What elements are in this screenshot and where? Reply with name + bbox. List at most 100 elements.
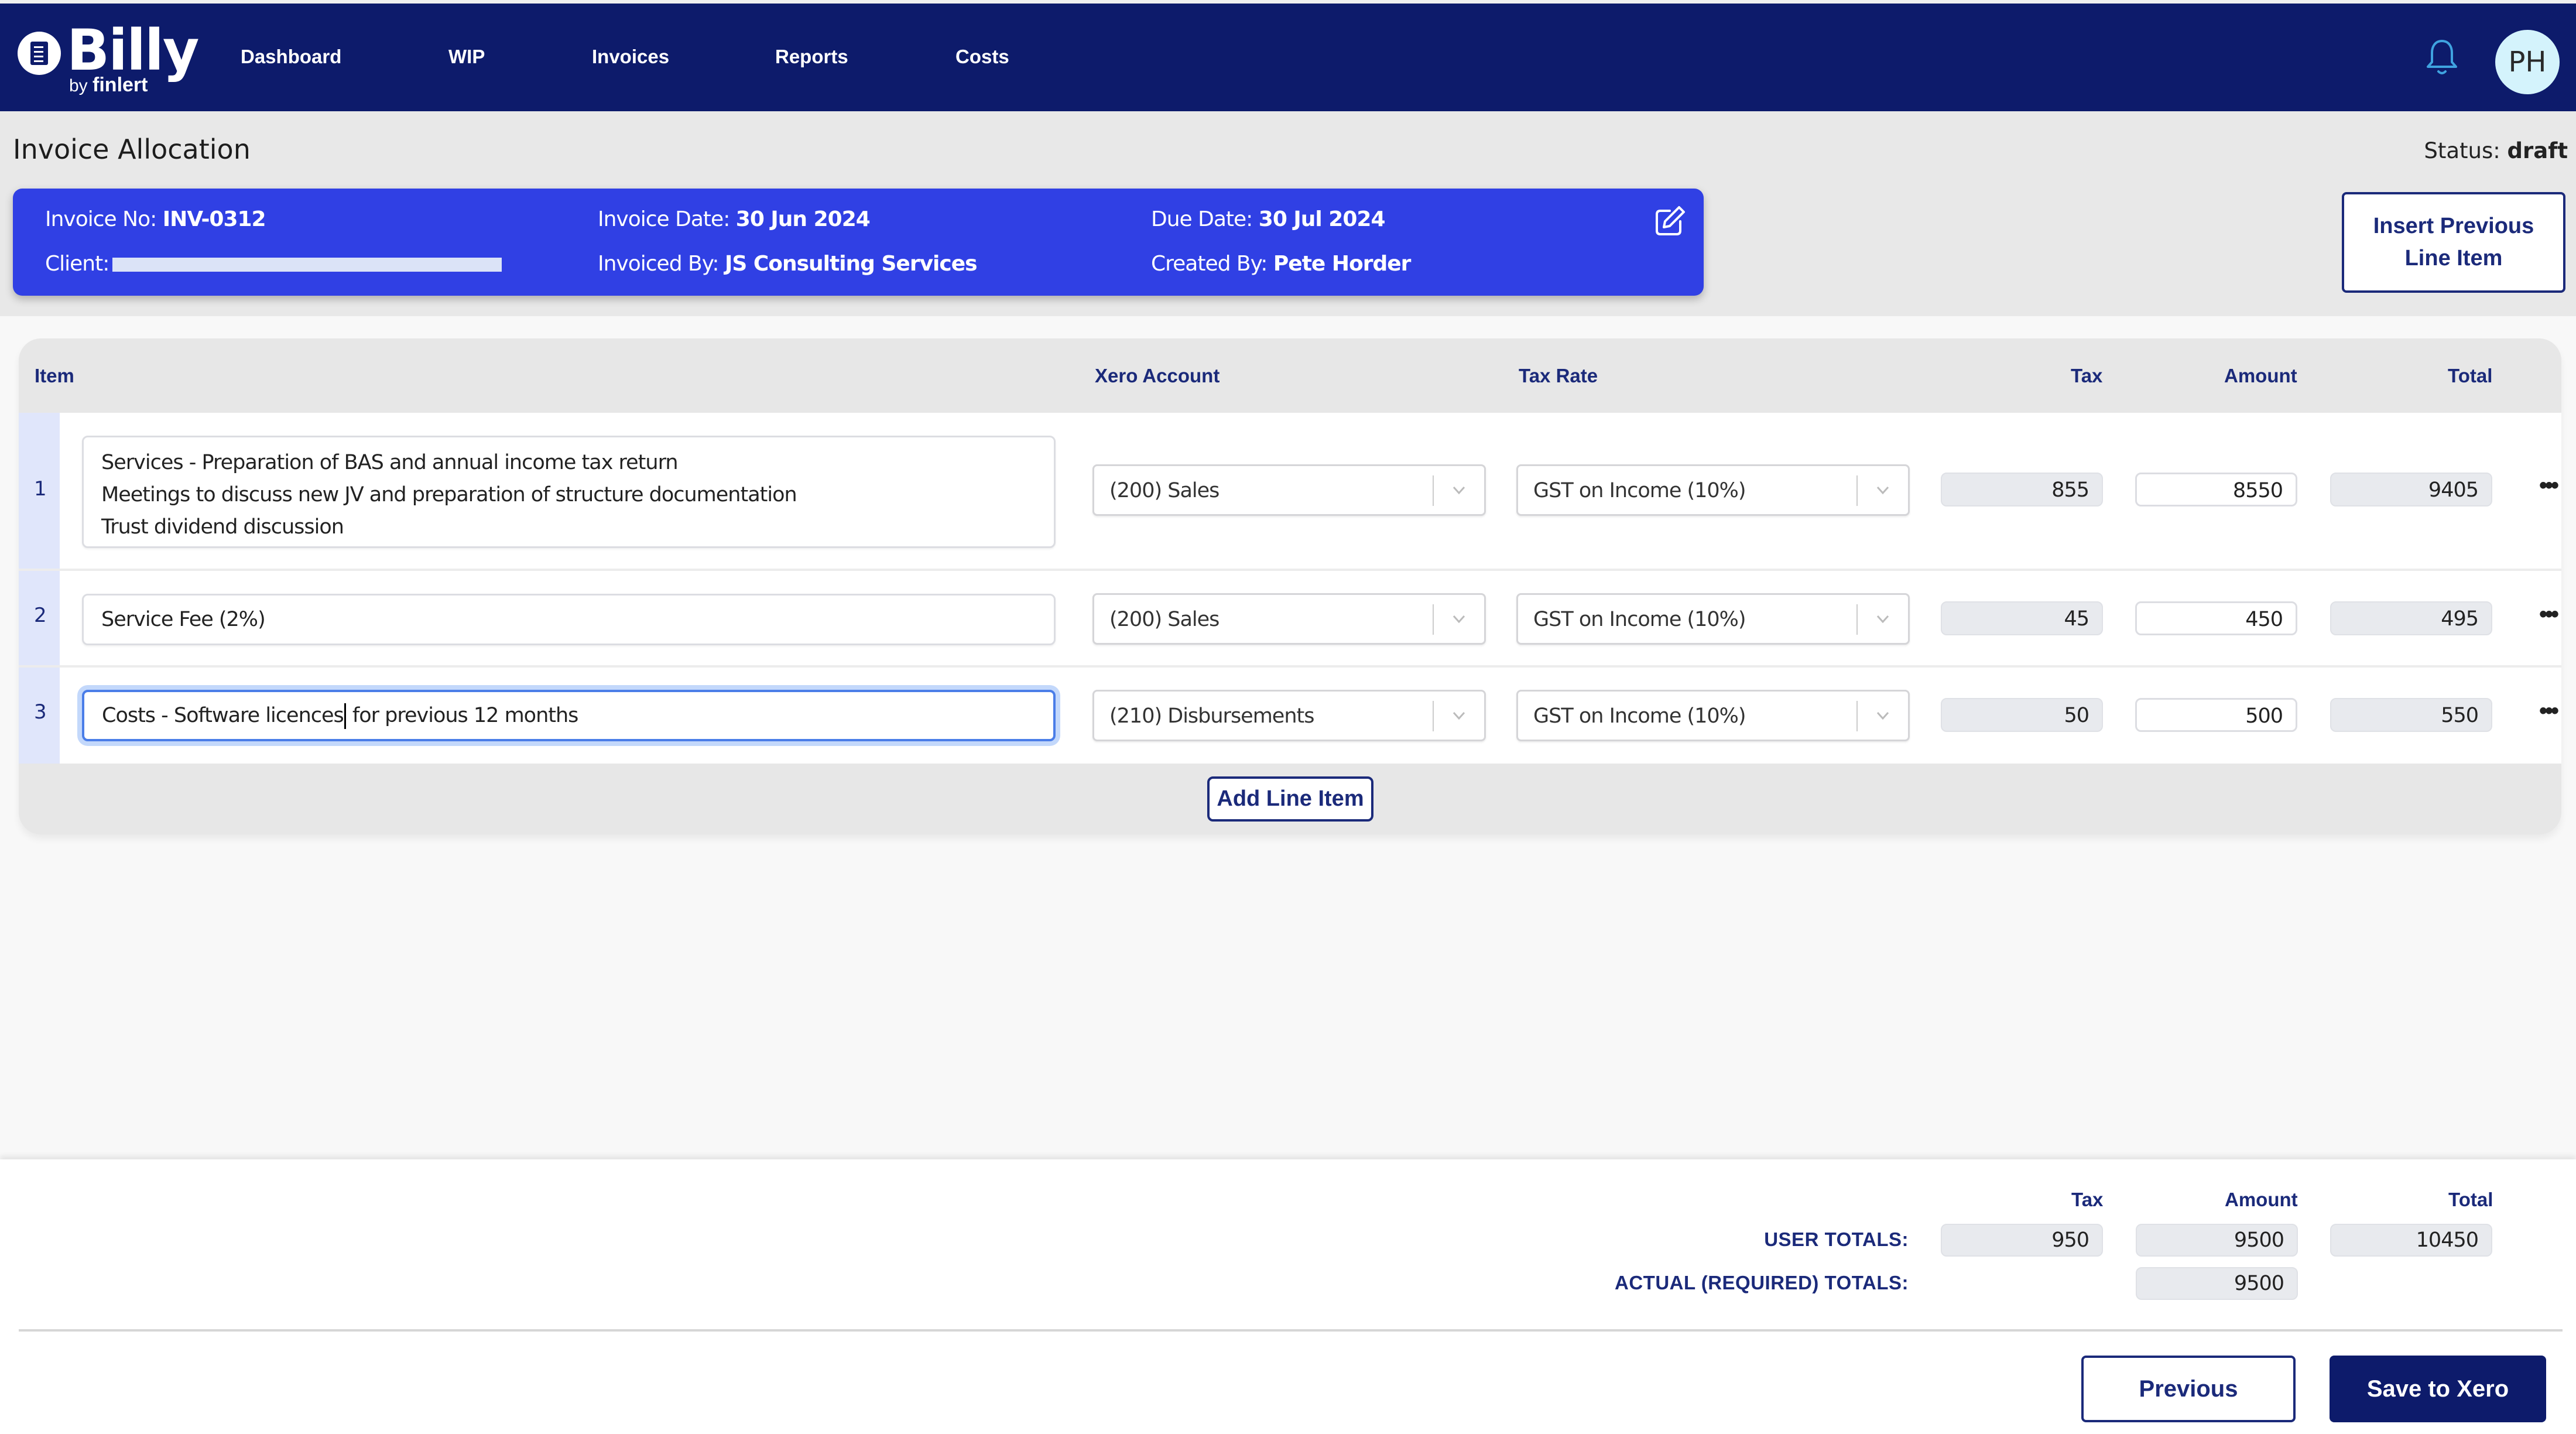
column-header-tax: Tax xyxy=(2071,365,2103,386)
description-line: Services - Preparation of BAS and annual… xyxy=(101,451,679,474)
nav-costs[interactable]: Costs xyxy=(955,46,1009,68)
insert-previous-line-item-button[interactable]: Insert Previous Line Item xyxy=(2342,192,2565,293)
select-separator xyxy=(1433,701,1434,731)
invoiced-by-label: Invoiced By: xyxy=(598,252,720,276)
invoice-date-label: Invoice Date: xyxy=(598,207,730,231)
total-value: 550 xyxy=(2330,698,2492,732)
billy-logo[interactable]: Billy by finlert xyxy=(18,18,199,97)
client-label: Client: xyxy=(45,252,109,276)
tax-rate-value: GST on Income (10%) xyxy=(1533,704,1746,728)
item-description-input[interactable]: Service Fee (2%) xyxy=(82,594,1056,645)
column-header-item: Item xyxy=(35,365,74,386)
xero-account-select[interactable]: (200) Sales xyxy=(1092,593,1486,645)
table-row: 1 Services - Preparation of BAS and annu… xyxy=(19,413,2561,571)
user-avatar[interactable]: PH xyxy=(2495,30,2560,94)
chevron-down-icon xyxy=(1453,615,1465,624)
description-text: Costs - Software licences xyxy=(102,704,344,727)
chevron-down-icon xyxy=(1876,486,1889,495)
save-to-xero-button[interactable]: Save to Xero xyxy=(2330,1356,2546,1422)
item-description-input[interactable]: Costs - Software licences for previous 1… xyxy=(82,690,1056,741)
bell-icon[interactable] xyxy=(2425,37,2459,78)
totals-header-tax: Tax xyxy=(2071,1189,2104,1210)
invoiced-by-value: JS Consulting Services xyxy=(724,252,978,276)
tax-value: 50 xyxy=(1941,698,2103,732)
select-separator xyxy=(1856,701,1858,731)
previous-button[interactable]: Previous xyxy=(2081,1356,2296,1422)
created-by-field: Created By: Pete Horder xyxy=(1151,252,1411,276)
tax-value: 855 xyxy=(1941,473,2103,506)
due-date-field: Due Date: 30 Jul 2024 xyxy=(1151,207,1385,231)
invoiced-by-field: Invoiced By: JS Consulting Services xyxy=(598,252,978,276)
tax-rate-select[interactable]: GST on Income (10%) xyxy=(1516,593,1910,645)
nav-dashboard[interactable]: Dashboard xyxy=(241,46,341,68)
chevron-down-icon xyxy=(1453,486,1465,495)
more-horizontal-icon[interactable]: ••• xyxy=(2539,698,2559,724)
client-field: Client: xyxy=(45,252,502,276)
total-value: 495 xyxy=(2330,601,2492,635)
total-value: 9405 xyxy=(2330,473,2492,506)
column-header-tax-rate: Tax Rate xyxy=(1519,365,1598,386)
amount-input[interactable]: 500 xyxy=(2135,698,2297,732)
brand-by: by xyxy=(69,76,88,95)
tax-rate-select[interactable]: GST on Income (10%) xyxy=(1516,464,1910,516)
invoice-number-value: INV-0312 xyxy=(162,207,266,231)
amount-input[interactable]: 8550 xyxy=(2135,473,2297,506)
user-total-amount: 9500 xyxy=(2136,1224,2298,1257)
due-date-value: 30 Jul 2024 xyxy=(1258,207,1386,231)
xero-account-value: (200) Sales xyxy=(1109,479,1220,502)
chevron-down-icon xyxy=(1876,711,1889,720)
brand-company: finlert xyxy=(93,74,148,96)
select-separator xyxy=(1856,604,1858,635)
line-items-table: Item Xero Account Tax Rate Tax Amount To… xyxy=(19,338,2561,834)
item-description-input[interactable]: Services - Preparation of BAS and annual… xyxy=(82,436,1056,548)
invoice-logo-icon xyxy=(18,32,61,75)
totals-header-amount: Amount xyxy=(2225,1189,2298,1210)
actual-totals-label: ACTUAL (REQUIRED) TOTALS: xyxy=(1615,1272,1909,1293)
invoice-date-field: Invoice Date: 30 Jun 2024 xyxy=(598,207,871,231)
page-title: Invoice Allocation xyxy=(13,134,251,165)
nav-reports[interactable]: Reports xyxy=(775,46,848,68)
more-horizontal-icon[interactable]: ••• xyxy=(2539,473,2559,499)
invoice-number-field: Invoice No: INV-0312 xyxy=(45,207,266,231)
created-by-label: Created By: xyxy=(1151,252,1268,276)
column-header-xero-account: Xero Account xyxy=(1095,365,1220,386)
invoice-date-value: 30 Jun 2024 xyxy=(735,207,871,231)
tax-rate-value: GST on Income (10%) xyxy=(1533,608,1746,631)
user-total-tax: 950 xyxy=(1941,1224,2103,1257)
invoice-info-card: Invoice No: INV-0312 Client: Invoice Dat… xyxy=(13,189,1704,296)
row-number: 1 xyxy=(34,477,47,501)
brand-byline: by finlert xyxy=(69,74,148,97)
xero-account-select[interactable]: (210) Disbursements xyxy=(1092,690,1486,741)
row-number: 2 xyxy=(34,604,47,627)
text-caret xyxy=(344,703,346,729)
select-separator xyxy=(1433,475,1434,506)
nav-wip[interactable]: WIP xyxy=(448,46,485,68)
add-line-item-button[interactable]: Add Line Item xyxy=(1207,776,1373,822)
nav-invoices[interactable]: Invoices xyxy=(592,46,669,68)
edit-icon[interactable] xyxy=(1653,205,1686,238)
table-row: 3 Costs - Software licences for previous… xyxy=(19,668,2561,764)
description-text: for previous 12 months xyxy=(346,704,579,727)
tax-rate-value: GST on Income (10%) xyxy=(1533,479,1746,502)
select-separator xyxy=(1856,475,1858,506)
status-indicator: Status: draft xyxy=(2424,138,2568,163)
xero-account-select[interactable]: (200) Sales xyxy=(1092,464,1486,516)
chevron-down-icon xyxy=(1876,615,1889,624)
actual-total-amount: 9500 xyxy=(2136,1267,2298,1300)
user-total-total: 10450 xyxy=(2330,1224,2492,1257)
chevron-down-icon xyxy=(1453,711,1465,720)
description-line: Meetings to discuss new JV and preparati… xyxy=(101,483,797,506)
amount-input[interactable]: 450 xyxy=(2135,601,2297,635)
description-line: Service Fee (2%) xyxy=(101,608,266,631)
table-row: 2 Service Fee (2%) (200) Sales GST on In… xyxy=(19,571,2561,668)
row-number: 3 xyxy=(34,700,47,724)
tax-value: 45 xyxy=(1941,601,2103,635)
invoice-number-label: Invoice No: xyxy=(45,207,157,231)
status-badge: draft xyxy=(2507,138,2568,163)
tax-rate-select[interactable]: GST on Income (10%) xyxy=(1516,690,1910,741)
totals-header-total: Total xyxy=(2448,1189,2493,1210)
xero-account-value: (200) Sales xyxy=(1109,608,1220,631)
more-horizontal-icon[interactable]: ••• xyxy=(2539,601,2559,628)
xero-account-value: (210) Disbursements xyxy=(1109,704,1314,728)
user-totals-label: USER TOTALS: xyxy=(1764,1228,1909,1250)
